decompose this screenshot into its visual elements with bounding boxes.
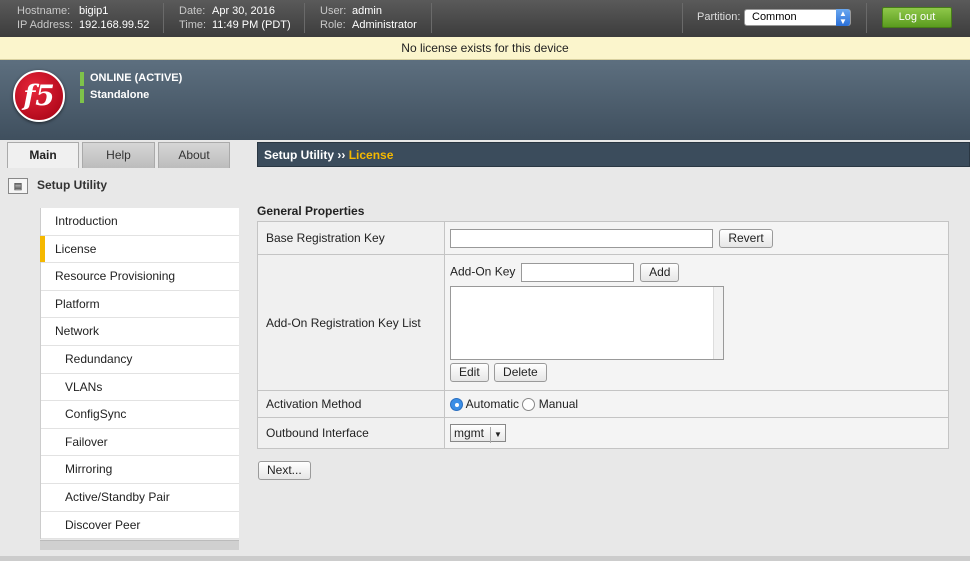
header-banner: f5 ONLINE (ACTIVE) Standalone xyxy=(0,60,970,140)
row-base-key: Base Registration Key Revert xyxy=(257,221,949,255)
sidebar-scrollbar[interactable] xyxy=(40,540,239,550)
tab-main[interactable]: Main xyxy=(7,142,79,169)
breadcrumb-separator: ›› xyxy=(337,148,346,162)
edit-button[interactable]: Edit xyxy=(450,363,489,382)
section-title: General Properties xyxy=(257,204,365,218)
status-standalone: Standalone xyxy=(80,89,149,103)
sidebar-item-discover-peer[interactable]: Discover Peer xyxy=(41,512,239,540)
row-outbound: Outbound Interface mgmt ▼ xyxy=(257,417,949,449)
divider xyxy=(682,3,683,33)
general-properties-table: Base Registration Key Revert Add-On Regi… xyxy=(257,221,949,449)
sidebar-item-resource-provisioning[interactable]: Resource Provisioning xyxy=(41,263,239,291)
sidebar-item-vlans[interactable]: VLANs xyxy=(41,374,239,402)
base-key-input[interactable] xyxy=(450,228,713,248)
sidebar-item-platform[interactable]: Platform xyxy=(41,291,239,319)
sidebar-title-label: Setup Utility xyxy=(37,178,108,193)
base-key-label: Base Registration Key xyxy=(257,221,445,255)
automatic-label[interactable]: Automatic xyxy=(466,397,519,411)
divider xyxy=(866,3,867,33)
addon-key-input[interactable] xyxy=(520,263,634,282)
setup-utility-icon: ▤ xyxy=(8,178,28,194)
sidebar-item-network[interactable]: Network xyxy=(41,318,239,346)
activation-cell: Automatic Manual xyxy=(444,390,949,418)
license-notice: No license exists for this device xyxy=(0,37,970,60)
user-info: User: admin Role: Administrator xyxy=(320,5,417,31)
logout-button[interactable]: Log out xyxy=(882,7,952,28)
outbound-label: Outbound Interface xyxy=(257,417,445,449)
automatic-radio[interactable] xyxy=(450,398,463,412)
user-value: admin xyxy=(352,5,382,17)
addon-key-label: Add-On Key xyxy=(450,264,516,279)
sidebar-nav: Introduction License Resource Provisioni… xyxy=(40,208,239,540)
outbound-cell: mgmt ▼ xyxy=(444,417,949,449)
activation-label: Activation Method xyxy=(257,390,445,418)
dropdown-arrow-icon: ▼ xyxy=(490,427,502,443)
list-scrollbar[interactable] xyxy=(713,287,723,359)
delete-button[interactable]: Delete xyxy=(494,363,547,382)
time-value: 11:49 PM (PDT) xyxy=(212,19,291,31)
partition-label: Partition: xyxy=(697,11,741,23)
sidebar-item-introduction[interactable]: Introduction xyxy=(41,208,239,236)
row-addon-keys: Add-On Registration Key List Add-On Key … xyxy=(257,254,949,391)
sidebar-item-configsync[interactable]: ConfigSync xyxy=(41,401,239,429)
add-button[interactable]: Add xyxy=(640,263,680,282)
next-button[interactable]: Next... xyxy=(258,461,311,480)
updown-arrows-icon: ▲ ▼ xyxy=(836,9,850,26)
sidebar-item-failover[interactable]: Failover xyxy=(41,429,239,457)
sidebar-title[interactable]: ▤ Setup Utility xyxy=(8,178,107,194)
row-activation: Activation Method Automatic Manual xyxy=(257,390,949,418)
sidebar-item-active-standby-pair[interactable]: Active/Standby Pair xyxy=(41,484,239,512)
ip-value: 192.168.99.52 xyxy=(79,19,150,31)
status-online: ONLINE (ACTIVE) xyxy=(80,72,182,86)
sidebar-item-license[interactable]: License xyxy=(40,235,239,264)
bottom-edge xyxy=(0,556,970,561)
date-value: Apr 30, 2016 xyxy=(212,5,275,17)
sidebar-item-redundancy[interactable]: Redundancy xyxy=(41,346,239,374)
breadcrumb-parent[interactable]: Setup Utility xyxy=(264,148,334,162)
sidebar-item-mirroring[interactable]: Mirroring xyxy=(41,456,239,484)
revert-button[interactable]: Revert xyxy=(719,228,773,248)
role-value: Administrator xyxy=(352,19,417,31)
outbound-interface-select[interactable]: mgmt ▼ xyxy=(450,424,506,443)
addon-cell: Add-On Key Add Edit Delete xyxy=(444,254,949,391)
base-key-cell: Revert xyxy=(444,221,949,255)
divider xyxy=(304,3,305,33)
datetime-info: Date: Apr 30, 2016 Time: 11:49 PM (PDT) xyxy=(179,5,291,31)
tab-help[interactable]: Help xyxy=(82,142,155,168)
partition-select[interactable]: Common ▲ ▼ xyxy=(744,9,851,26)
divider xyxy=(431,3,432,33)
breadcrumb-current: License xyxy=(348,148,394,162)
partition-value: Common xyxy=(752,11,797,23)
divider xyxy=(163,3,164,33)
hostname-value: bigip1 xyxy=(79,5,109,17)
addon-key-list[interactable] xyxy=(450,286,724,360)
manual-label[interactable]: Manual xyxy=(539,397,578,411)
breadcrumb: Setup Utility ›› License xyxy=(257,142,970,167)
host-info: Hostname: bigip1 IP Address: 192.168.99.52 xyxy=(17,5,150,31)
outbound-value: mgmt xyxy=(454,426,484,440)
f5-logo[interactable]: f5 xyxy=(13,70,65,122)
top-bar: Hostname: bigip1 IP Address: 192.168.99.52… xyxy=(0,0,970,37)
manual-radio[interactable] xyxy=(522,398,536,412)
tab-about[interactable]: About xyxy=(158,142,230,168)
addon-list-label: Add-On Registration Key List xyxy=(257,254,445,391)
